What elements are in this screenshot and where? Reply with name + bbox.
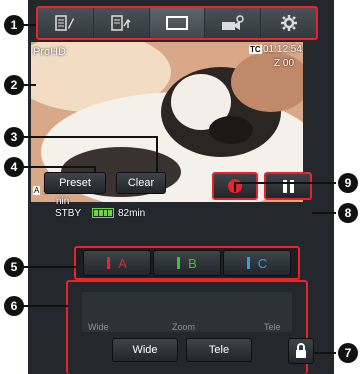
callout-4-line-v: [94, 166, 96, 172]
callout-7: 7: [338, 343, 358, 363]
callout-2: 2: [4, 75, 24, 95]
zoom-tele-button-label: Tele: [208, 344, 230, 356]
zoom-wide-label: Wide: [88, 322, 109, 332]
lock-icon: [296, 343, 306, 358]
callout-8: 8: [338, 203, 358, 223]
callout-5: 5: [4, 257, 24, 277]
clear-button-label: Clear: [127, 177, 155, 189]
callout-6-line: [20, 305, 68, 307]
camera-settings-icon[interactable]: [205, 8, 262, 38]
zoom-wide-button[interactable]: Wide: [112, 338, 178, 362]
preset-bar: A B C: [74, 246, 300, 280]
callout-9-line-v: [234, 182, 236, 192]
record-state: STBY: [55, 208, 82, 219]
preset-a-label: A: [118, 255, 127, 271]
zoom-tele-button[interactable]: Tele: [186, 338, 252, 362]
timecode: 01:12:54:19: [263, 44, 303, 55]
preset-c-button[interactable]: C: [223, 250, 291, 276]
callout-7-line: [314, 352, 336, 354]
callout-6: 6: [4, 296, 24, 316]
camera-view-icon[interactable]: [149, 8, 206, 38]
callout-4: 4: [4, 157, 24, 177]
battery-time: 82min: [118, 208, 146, 219]
preset-a-button[interactable]: A: [83, 250, 151, 276]
zoom-title: Zoom: [172, 322, 196, 332]
clear-button[interactable]: Clear: [116, 172, 166, 194]
callout-3-line-h: [20, 136, 158, 138]
callout-4-line-h: [20, 166, 96, 168]
zoom-tele-label: Tele: [264, 322, 281, 332]
zoom-panel: Wide Zoom Tele Wide Tele: [66, 280, 308, 374]
callout-3: 3: [4, 127, 24, 147]
callout-9-line-h: [236, 182, 336, 184]
clip-export-icon[interactable]: [93, 8, 150, 38]
zoom-readout: Z 00: [274, 58, 295, 69]
preset-b-button[interactable]: B: [153, 250, 221, 276]
preset-button[interactable]: Preset: [44, 172, 106, 194]
slot-b-time: nin: [56, 196, 70, 207]
clip-list-icon[interactable]: [38, 8, 94, 38]
callout-8-line: [312, 212, 336, 214]
callout-5-line: [20, 266, 76, 268]
slot-a-badge: A: [33, 186, 41, 195]
preset-button-label: Preset: [59, 177, 91, 189]
pause-button[interactable]: [264, 172, 312, 200]
callout-3-line-v: [156, 136, 158, 172]
top-toolbar: [36, 6, 318, 40]
zoom-wide-button-label: Wide: [132, 344, 158, 356]
callout-9: 9: [338, 173, 358, 193]
preset-c-label: C: [257, 255, 268, 271]
callout-1: 1: [4, 15, 24, 35]
timecode-badge: TC: [249, 45, 262, 54]
preset-b-label: B: [188, 255, 197, 271]
format-label: ProHD: [33, 46, 67, 58]
battery-icon: [92, 208, 114, 218]
gear-icon[interactable]: [261, 8, 316, 38]
lock-button[interactable]: [288, 338, 314, 364]
